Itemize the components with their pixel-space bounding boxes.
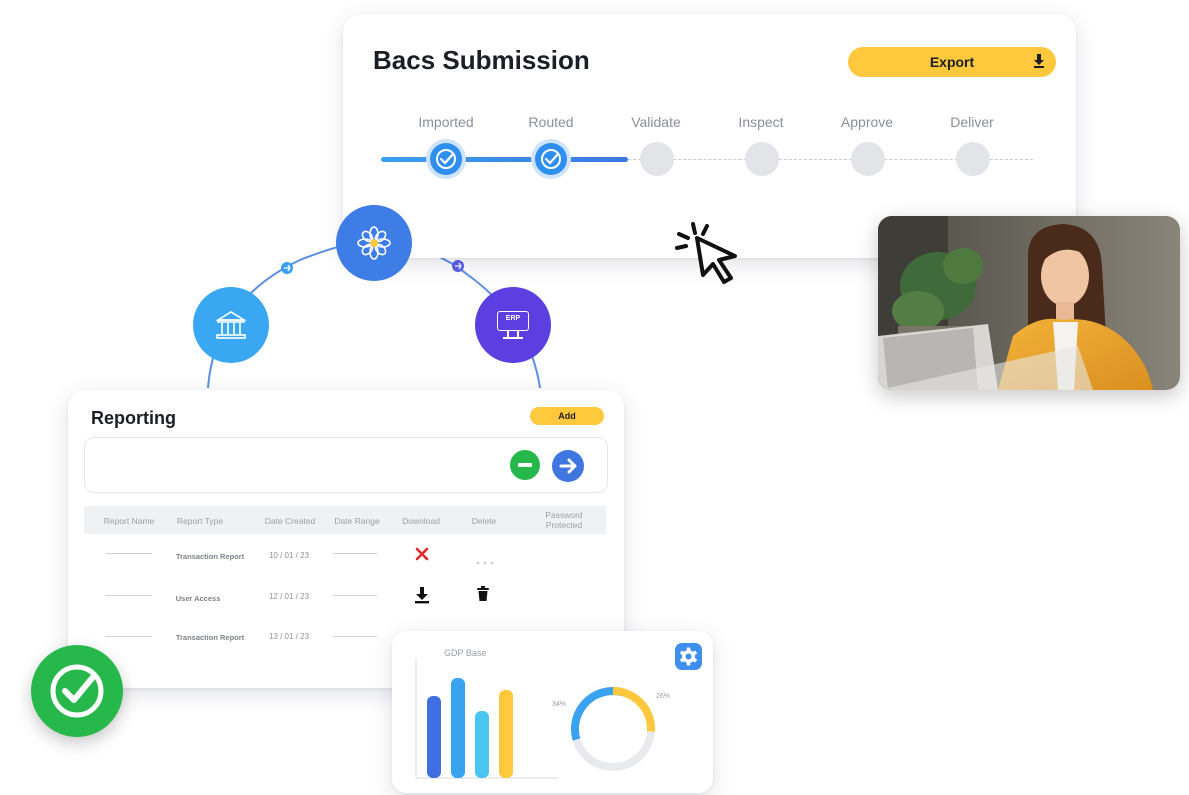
donut-label: 26% — [656, 693, 671, 700]
step-inspect-dot[interactable] — [745, 142, 779, 176]
progress-track-complete — [381, 157, 628, 162]
empty-cell — [106, 553, 152, 554]
export-label: Export — [929, 54, 975, 70]
step-label-validate: Validate — [631, 114, 681, 130]
click-cursor-icon — [673, 220, 745, 289]
empty-cell — [106, 636, 152, 637]
column-header: Report Type — [176, 516, 224, 526]
erp-monitor-icon: ERP — [495, 309, 531, 341]
trash-icon[interactable] — [477, 586, 489, 607]
step-label-approve: Approve — [840, 114, 894, 130]
gdp-chart — [415, 659, 655, 779]
column-header: Download — [402, 516, 440, 526]
erp-label: ERP — [505, 315, 521, 322]
arrow-right-icon — [559, 458, 577, 474]
woman-at-laptop-photo — [878, 216, 1180, 390]
download-icon — [1032, 53, 1046, 72]
column-header: Date Range — [334, 516, 380, 526]
bar-1 — [427, 696, 441, 778]
bank-icon — [215, 311, 247, 339]
next-button[interactable] — [552, 450, 584, 482]
add-button[interactable]: Add — [530, 407, 604, 425]
step-label-routed: Routed — [528, 114, 574, 130]
step-deliver-dot[interactable] — [956, 142, 990, 176]
step-label-inspect: Inspect — [738, 114, 784, 130]
bar-2 — [451, 678, 465, 778]
flower-icon — [357, 226, 391, 260]
empty-cell — [106, 595, 152, 596]
step-validate-dot[interactable] — [640, 142, 674, 176]
integration-hub-node[interactable] — [336, 205, 412, 281]
more-dots-icon[interactable] — [475, 552, 495, 570]
empty-cell — [333, 595, 377, 596]
step-routed-check-icon[interactable] — [535, 143, 567, 175]
report-type-cell: User Access — [175, 594, 221, 603]
erp-node[interactable]: ERP — [475, 287, 551, 363]
x-icon[interactable] — [415, 547, 429, 566]
gdp-chart-card: GDP Base 34% 26% — [392, 631, 713, 793]
column-header: Date Created — [264, 516, 316, 526]
donut-slice-34% — [571, 686, 655, 771]
remove-button[interactable] — [510, 450, 540, 480]
step-approve-dot[interactable] — [851, 142, 885, 176]
empty-cell — [333, 636, 377, 637]
date-created-cell: 10 / 01 / 23 — [268, 551, 310, 560]
report-type-cell: Transaction Report — [175, 633, 245, 642]
reporting-title: Reporting — [91, 408, 176, 428]
step-imported-check-icon[interactable] — [430, 143, 462, 175]
minus-icon — [518, 463, 532, 467]
bacs-title: Bacs Submission — [373, 45, 590, 75]
step-label-imported: Imported — [418, 114, 474, 130]
donut-label: 34% — [552, 701, 567, 708]
bar-4 — [499, 690, 513, 778]
column-header: Report Name — [103, 516, 155, 526]
report-type-cell: Transaction Report — [175, 552, 245, 561]
column-header: Delete — [471, 516, 497, 526]
download-icon[interactable] — [414, 586, 430, 609]
export-button[interactable]: Export — [848, 47, 1056, 77]
empty-cell — [333, 553, 377, 554]
success-check-icon — [31, 645, 123, 737]
date-created-cell: 13 / 01 / 23 — [268, 632, 310, 641]
date-created-cell: 12 / 01 / 23 — [268, 592, 310, 601]
column-header: Password Protected — [545, 510, 583, 530]
bar-3 — [475, 711, 489, 778]
step-label-deliver: Deliver — [950, 114, 994, 130]
bank-node[interactable] — [193, 287, 269, 363]
